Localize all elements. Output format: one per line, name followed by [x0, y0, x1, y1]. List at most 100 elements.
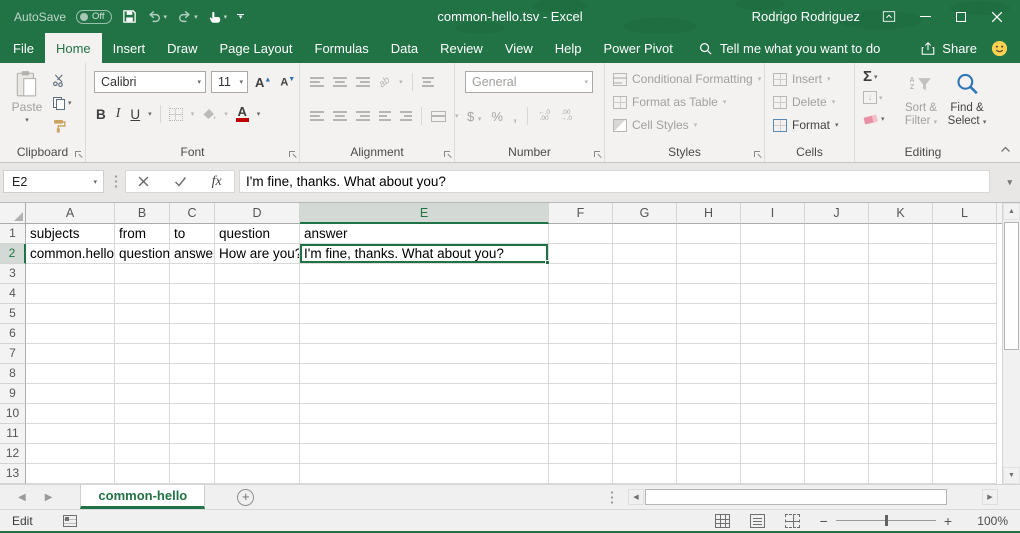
expand-formula-bar-icon[interactable]: ▾ — [1007, 177, 1012, 188]
cell-D7[interactable] — [215, 344, 300, 364]
format-as-table-button[interactable]: Format as Table ▾ — [613, 94, 764, 110]
font-name-select[interactable]: Calibri ▾ — [94, 71, 206, 93]
styles-dialog-launcher[interactable] — [753, 150, 761, 158]
share-button[interactable]: Share — [920, 41, 977, 56]
horizontal-scrollbar[interactable]: ◀ ▶ — [610, 485, 1020, 509]
cell-A2[interactable]: common.hello — [26, 244, 115, 264]
cancel-button[interactable] — [138, 176, 149, 187]
cell-E8[interactable] — [300, 364, 549, 384]
column-header-K[interactable]: K — [869, 203, 933, 224]
cell-C12[interactable] — [170, 444, 215, 464]
cell-G8[interactable] — [613, 364, 677, 384]
cell-H8[interactable] — [677, 364, 741, 384]
cell-B3[interactable] — [115, 264, 170, 284]
comma-button[interactable]: , — [513, 108, 517, 125]
cell-J9[interactable] — [805, 384, 869, 404]
cell-B12[interactable] — [115, 444, 170, 464]
cell-F13[interactable] — [549, 464, 613, 484]
underline-dropdown-icon[interactable]: ▾ — [148, 110, 152, 118]
tab-help[interactable]: Help — [544, 33, 593, 63]
sort-filter-button[interactable]: AZ Sort &Filter ▾ — [899, 69, 943, 129]
cell-J3[interactable] — [805, 264, 869, 284]
cell-C4[interactable] — [170, 284, 215, 304]
fill-color-button[interactable] — [202, 108, 216, 121]
maximize-button[interactable] — [954, 10, 968, 24]
cell-I8[interactable] — [741, 364, 805, 384]
cell-D13[interactable] — [215, 464, 300, 484]
column-header-I[interactable]: I — [741, 203, 805, 224]
cell-L9[interactable] — [933, 384, 997, 404]
column-header-H[interactable]: H — [677, 203, 741, 224]
cell-I7[interactable] — [741, 344, 805, 364]
cell-J8[interactable] — [805, 364, 869, 384]
bottom-align-button[interactable] — [356, 77, 370, 87]
cell-H4[interactable] — [677, 284, 741, 304]
cell-L13[interactable] — [933, 464, 997, 484]
cut-button[interactable] — [52, 72, 72, 87]
cell-J10[interactable] — [805, 404, 869, 424]
cell-I5[interactable] — [741, 304, 805, 324]
cell-L7[interactable] — [933, 344, 997, 364]
cell-J13[interactable] — [805, 464, 869, 484]
cell-F7[interactable] — [549, 344, 613, 364]
new-sheet-button[interactable]: + — [237, 489, 254, 506]
cell-B1[interactable]: from — [115, 224, 170, 244]
horizontal-scroll-thumb[interactable] — [645, 489, 947, 505]
horizontal-scroll-track[interactable] — [644, 489, 982, 505]
orientation-button[interactable]: ab — [377, 74, 393, 90]
cell-E4[interactable] — [300, 284, 549, 304]
cell-A1[interactable]: subjects — [26, 224, 115, 244]
sheet-tab-common-hello[interactable]: common-hello — [80, 485, 205, 509]
cell-E12[interactable] — [300, 444, 549, 464]
cell-E2[interactable]: I'm fine, thanks. What about you? — [300, 244, 549, 264]
clipboard-dialog-launcher[interactable] — [74, 150, 82, 158]
row-header-5[interactable]: 5 — [0, 304, 26, 324]
cell-D2[interactable]: How are you? — [215, 244, 300, 264]
zoom-level[interactable]: 100% — [972, 514, 1008, 528]
bold-button[interactable]: B — [96, 107, 106, 122]
cell-F9[interactable] — [549, 384, 613, 404]
cell-F5[interactable] — [549, 304, 613, 324]
cell-C3[interactable] — [170, 264, 215, 284]
touch-mouse-mode-button[interactable]: ▾ — [208, 10, 228, 24]
name-box[interactable]: E2 ▾ — [3, 170, 104, 193]
cell-K12[interactable] — [869, 444, 933, 464]
cell-I10[interactable] — [741, 404, 805, 424]
cell-F1[interactable] — [549, 224, 613, 244]
increase-font-size-button[interactable]: A▲ — [253, 75, 273, 90]
cell-B7[interactable] — [115, 344, 170, 364]
minimize-button[interactable] — [918, 10, 932, 24]
row-header-9[interactable]: 9 — [0, 384, 26, 404]
zoom-slider-thumb[interactable] — [885, 515, 888, 526]
fill-handle[interactable] — [545, 260, 550, 265]
currency-dropdown-icon[interactable]: ▾ — [478, 116, 482, 123]
column-header-B[interactable]: B — [115, 203, 170, 224]
number-dialog-launcher[interactable] — [593, 150, 601, 158]
cell-B13[interactable] — [115, 464, 170, 484]
cell-D8[interactable] — [215, 364, 300, 384]
paste-dropdown-icon[interactable]: ▾ — [25, 116, 29, 124]
format-painter-button[interactable] — [52, 118, 72, 133]
row-header-8[interactable]: 8 — [0, 364, 26, 384]
page-layout-view-button[interactable] — [750, 514, 765, 528]
cell-F11[interactable] — [549, 424, 613, 444]
align-left-button[interactable] — [310, 111, 324, 121]
close-button[interactable] — [990, 10, 1004, 24]
cell-D6[interactable] — [215, 324, 300, 344]
cell-D1[interactable]: question — [215, 224, 300, 244]
cell-E10[interactable] — [300, 404, 549, 424]
cell-L10[interactable] — [933, 404, 997, 424]
orientation-dropdown-icon[interactable]: ▾ — [399, 78, 403, 86]
cell-H13[interactable] — [677, 464, 741, 484]
cell-G10[interactable] — [613, 404, 677, 424]
increase-indent-button[interactable] — [400, 111, 412, 121]
font-dialog-launcher[interactable] — [288, 150, 296, 158]
clear-dropdown-icon[interactable]: ▾ — [881, 115, 885, 123]
cell-D12[interactable] — [215, 444, 300, 464]
tab-draw[interactable]: Draw — [156, 33, 208, 63]
align-center-button[interactable] — [333, 111, 347, 121]
cell-C7[interactable] — [170, 344, 215, 364]
column-header-A[interactable]: A — [26, 203, 115, 224]
row-header-10[interactable]: 10 — [0, 404, 26, 424]
cell-I11[interactable] — [741, 424, 805, 444]
